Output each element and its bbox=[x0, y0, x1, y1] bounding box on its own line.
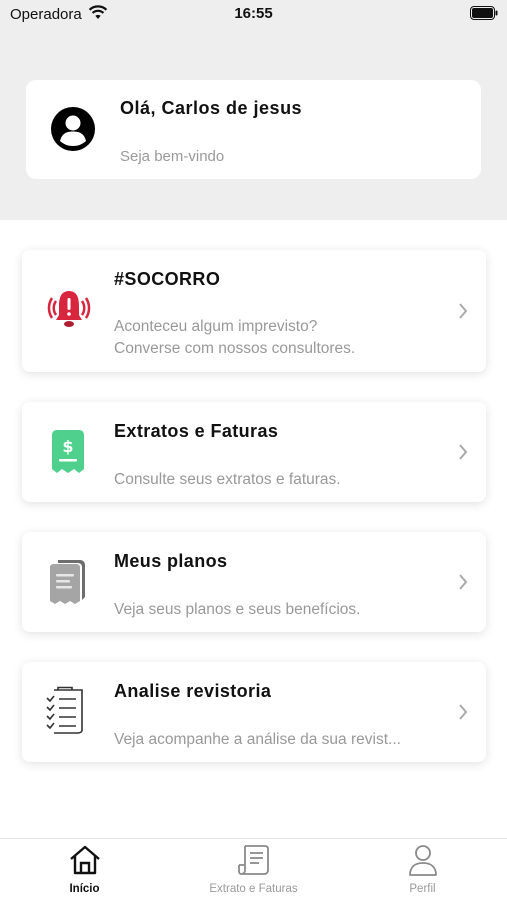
chevron-right-icon bbox=[458, 302, 468, 325]
menu-card-revistoria[interactable]: Analise revistoria Veja acompanhe a anál… bbox=[22, 662, 486, 762]
battery-icon bbox=[470, 6, 498, 24]
menu-card-planos[interactable]: Meus planos Veja seus planos e seus bene… bbox=[22, 532, 486, 632]
home-icon bbox=[0, 843, 169, 882]
tab-label: Extrato e Faturas bbox=[209, 883, 298, 895]
tab-label: Início bbox=[69, 883, 100, 895]
avatar-icon[interactable] bbox=[51, 107, 95, 156]
menu-card-title: Extratos e Faturas bbox=[114, 421, 279, 441]
svg-text:$: $ bbox=[62, 437, 73, 456]
menu-card-description: Veja acompanhe a análise da sua revist..… bbox=[114, 731, 401, 748]
tab-bar: Início Extrato e Faturas Perfil bbox=[0, 838, 507, 901]
status-bar: Operadora 16:55 bbox=[0, 0, 507, 28]
greeting-card: Olá, Carlos de jesus Seja bem-vindo bbox=[26, 80, 481, 179]
menu-card-title: Meus planos bbox=[114, 551, 228, 571]
receipt-dollar-icon: $ bbox=[50, 429, 86, 480]
clock: 16:55 bbox=[234, 5, 273, 22]
statement-icon bbox=[169, 843, 338, 882]
menu-card-extratos[interactable]: $ Extratos e Faturas Consulte seus extra… bbox=[22, 402, 486, 502]
menu-card-title: Analise revistoria bbox=[114, 681, 272, 701]
menu-card-description: Veja seus planos e seus benefícios. bbox=[114, 601, 361, 618]
menu-card-socorro[interactable]: #SOCORRO Aconteceu algum imprevisto? Con… bbox=[22, 250, 486, 372]
person-icon bbox=[338, 843, 507, 882]
welcome-text: Seja bem-vindo bbox=[120, 148, 225, 165]
chevron-right-icon bbox=[458, 443, 468, 466]
tab-perfil[interactable]: Perfil bbox=[338, 839, 507, 901]
user-greeting: Olá, Carlos de jesus bbox=[120, 98, 303, 118]
tab-inicio[interactable]: Início bbox=[0, 839, 169, 901]
documents-icon bbox=[48, 559, 88, 610]
chevron-right-icon bbox=[458, 573, 468, 596]
menu-card-description: Aconteceu algum imprevisto? Converse com… bbox=[114, 318, 356, 357]
chevron-right-icon bbox=[458, 703, 468, 726]
menu-card-title: #SOCORRO bbox=[114, 269, 221, 289]
tab-label: Perfil bbox=[409, 883, 436, 895]
checklist-icon bbox=[46, 686, 88, 741]
menu-card-description: Consulte seus extratos e faturas. bbox=[114, 471, 341, 488]
alarm-bell-icon bbox=[47, 288, 91, 337]
tab-extrato-faturas[interactable]: Extrato e Faturas bbox=[169, 839, 338, 901]
